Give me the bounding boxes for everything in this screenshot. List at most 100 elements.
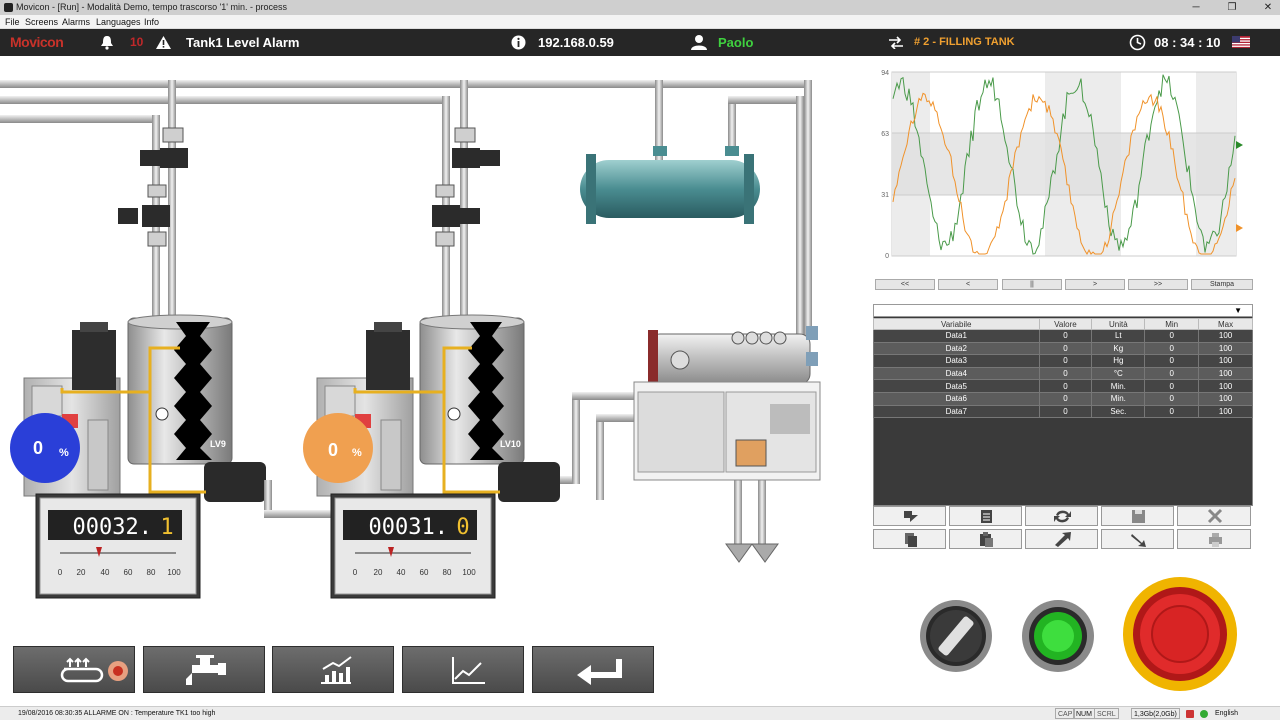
window-titlebar: Movicon - [Run] - Modalità Demo, tempo t… xyxy=(0,0,1280,15)
table-cell: Data6 xyxy=(873,391,1040,406)
table-cell: 0 xyxy=(1144,404,1200,419)
copy-icon xyxy=(905,533,917,547)
user-icon xyxy=(691,35,707,50)
table-row[interactable]: Data6 0 Min. 0 100 xyxy=(873,391,1253,406)
table-cell: 0 xyxy=(1144,366,1200,381)
trend-prev-button[interactable]: < xyxy=(938,279,998,290)
meter-1-scale-label: 80 xyxy=(147,568,156,577)
table-cell: 100 xyxy=(1198,379,1253,393)
maximize-button[interactable]: ❐ xyxy=(1220,0,1244,15)
meter-2-scale-label: 80 xyxy=(443,568,452,577)
menu-alarms[interactable]: Alarms xyxy=(62,15,90,29)
col-header-max[interactable]: Max xyxy=(1198,318,1253,330)
bell-icon[interactable] xyxy=(100,35,114,50)
export-button[interactable] xyxy=(1025,529,1098,549)
table-row[interactable]: Data1 0 Lt 0 100 xyxy=(873,329,1253,343)
trend-chart[interactable] xyxy=(891,71,1243,257)
col-header-min[interactable]: Min xyxy=(1144,318,1200,330)
delete-button[interactable] xyxy=(1177,506,1251,526)
pipe xyxy=(796,96,804,340)
document-button[interactable] xyxy=(949,506,1022,526)
swap-arrows-icon xyxy=(889,36,903,49)
nav-process-button[interactable] xyxy=(13,646,135,693)
table-cell: Sec. xyxy=(1091,404,1146,419)
nav-statistics-button[interactable] xyxy=(272,646,394,693)
menu-bar: File Screens Alarms Languages Info xyxy=(0,15,1280,29)
table-row[interactable]: Data5 0 Min. 0 100 xyxy=(873,379,1253,393)
movicon-logo: Movicon xyxy=(10,34,64,50)
pipe xyxy=(0,96,450,104)
table-cell: Data1 xyxy=(873,329,1040,343)
print-button[interactable] xyxy=(1177,529,1251,549)
table-cell: 100 xyxy=(1198,329,1253,343)
us-flag-icon[interactable] xyxy=(1232,36,1250,48)
save-button[interactable] xyxy=(1101,506,1174,526)
window-title: Movicon - [Run] - Modalità Demo, tempo t… xyxy=(16,2,288,12)
faucet-icon xyxy=(186,655,226,685)
refresh-icon xyxy=(1054,510,1071,523)
trend-pause-button[interactable]: || xyxy=(1002,279,1062,290)
meter-1-scale-label: 100 xyxy=(167,568,181,577)
clock-icon xyxy=(1129,34,1146,51)
col-header-valore[interactable]: Valore xyxy=(1038,318,1093,330)
selector-knob[interactable] xyxy=(920,600,992,672)
language-indicator[interactable]: English xyxy=(1215,707,1238,721)
process-step: # 2 - FILLING TANK xyxy=(914,36,1015,48)
menu-languages[interactable]: Languages xyxy=(96,15,141,29)
col-header-variabile[interactable]: Variabile xyxy=(873,318,1040,330)
nav-back-button[interactable] xyxy=(532,646,654,693)
table-row[interactable]: Data3 0 Hg 0 100 xyxy=(873,354,1253,368)
alarm-text[interactable]: Tank1 Level Alarm xyxy=(186,29,299,56)
emergency-stop-button[interactable] xyxy=(1123,577,1237,691)
meter-1-scale-label: 40 xyxy=(101,568,110,577)
table-row[interactable]: Data2 0 Kg 0 100 xyxy=(873,341,1253,356)
nav-water-button[interactable] xyxy=(143,646,265,693)
tank-1-level-gauge[interactable] xyxy=(10,413,80,483)
close-button[interactable]: ✕ xyxy=(1256,0,1280,15)
menu-info[interactable]: Info xyxy=(144,15,159,29)
refresh-button[interactable] xyxy=(1025,506,1098,526)
nav-trend-button[interactable] xyxy=(402,646,524,693)
close-icon xyxy=(1207,508,1223,524)
pipe xyxy=(168,80,176,320)
table-cell: 100 xyxy=(1198,341,1253,356)
heat-exchanger[interactable] xyxy=(580,146,760,224)
trend-print-button[interactable]: Stampa xyxy=(1191,279,1253,290)
start-button[interactable] xyxy=(1022,600,1094,672)
gauge-1-value: 0 xyxy=(33,438,43,458)
copy-button[interactable] xyxy=(873,529,946,549)
heater-unit[interactable] xyxy=(633,326,821,481)
connection-status-icon xyxy=(1200,710,1208,718)
gauge-2-value: 0 xyxy=(328,440,338,460)
data-grid-dropdown[interactable]: ▼ xyxy=(873,304,1253,317)
status-bar: 19/08/2016 08:30:35 ALLARME ON : Tempera… xyxy=(0,706,1280,720)
pipe xyxy=(0,80,812,88)
meter-1-scale-label: 20 xyxy=(77,568,86,577)
trend-first-button[interactable]: << xyxy=(875,279,935,290)
table-row[interactable]: Data7 0 Sec. 0 100 xyxy=(873,404,1253,419)
table-row[interactable]: Data4 0 °C 0 100 xyxy=(873,366,1253,381)
process-flow-icon xyxy=(60,657,128,683)
table-cell: 0 xyxy=(1144,354,1200,368)
tank-2-level-gauge[interactable] xyxy=(303,413,373,483)
trend-last-button[interactable]: >> xyxy=(1128,279,1188,290)
trend-next-button[interactable]: > xyxy=(1065,279,1125,290)
table-cell: Kg xyxy=(1091,341,1146,356)
download-button[interactable] xyxy=(1101,529,1174,549)
minimize-button[interactable]: ─ xyxy=(1184,0,1208,15)
gauge-1-unit: % xyxy=(59,447,69,459)
table-cell: 0 xyxy=(1038,341,1093,356)
import-button[interactable] xyxy=(873,506,946,526)
table-cell: Data7 xyxy=(873,404,1040,419)
chevron-down-icon[interactable]: ▼ xyxy=(1234,306,1242,315)
table-cell: 100 xyxy=(1198,366,1253,381)
tank-2-label: LV10 xyxy=(500,439,521,449)
gauge-2-unit: % xyxy=(352,447,362,459)
menu-file[interactable]: File xyxy=(5,15,20,29)
user-name[interactable]: Paolo xyxy=(718,29,753,56)
clock-time: 08 : 34 : 10 xyxy=(1154,35,1221,50)
paste-button[interactable] xyxy=(949,529,1022,549)
col-header-unita[interactable]: Unità xyxy=(1091,318,1146,330)
menu-screens[interactable]: Screens xyxy=(25,15,58,29)
pipe xyxy=(728,96,800,104)
